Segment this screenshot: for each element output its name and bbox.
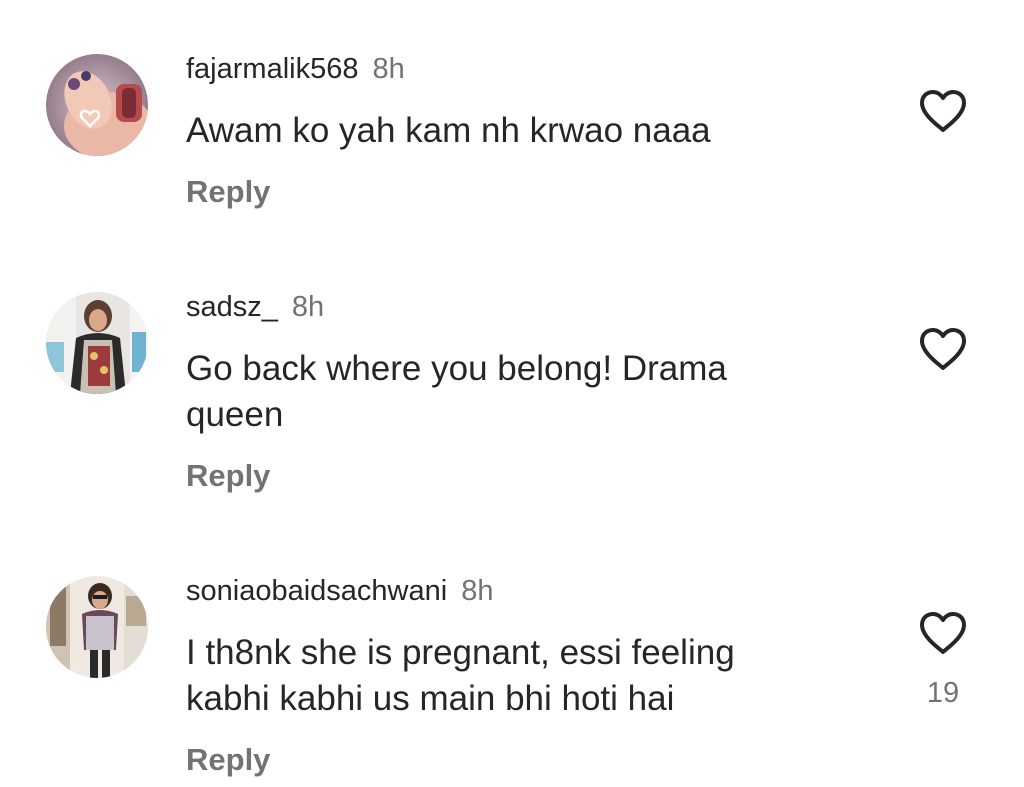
comment-header: soniaobaidsachwani 8h	[186, 574, 493, 608]
avatar[interactable]	[46, 576, 148, 678]
avatar-photo	[46, 576, 148, 678]
heart-outline-icon	[920, 612, 966, 654]
reply-button[interactable]: Reply	[186, 742, 270, 778]
like-button[interactable]	[918, 610, 968, 656]
like-count: 19	[926, 677, 960, 709]
username[interactable]: soniaobaidsachwani	[186, 575, 447, 607]
comment-item: soniaobaidsachwani 8h I th8nk she is preg…	[0, 0, 1024, 787]
timestamp: 8h	[461, 575, 494, 607]
comment-text: I th8nk she is pregnant, essi feeling ka…	[186, 633, 735, 718]
